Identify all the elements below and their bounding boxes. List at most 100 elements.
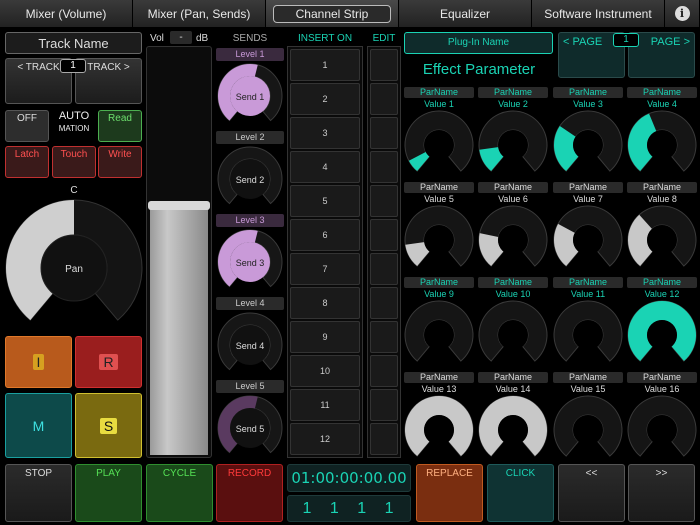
insert-slot[interactable]: 9: [290, 321, 360, 353]
automation-write-button[interactable]: Write: [98, 146, 142, 178]
automation-touch-button[interactable]: Touch: [52, 146, 96, 178]
param-knob[interactable]: [553, 205, 623, 275]
volume-fader-thumb[interactable]: [148, 201, 210, 210]
insert-slot[interactable]: 4: [290, 151, 360, 183]
automation-latch-button[interactable]: Latch: [5, 146, 49, 178]
volume-fader[interactable]: [146, 46, 212, 458]
insert-slot[interactable]: 6: [290, 219, 360, 251]
insert-slot[interactable]: 8: [290, 287, 360, 319]
insert-slot[interactable]: 11: [290, 389, 360, 421]
insert-edit-button[interactable]: [370, 83, 398, 115]
volume-unit: dB: [196, 33, 209, 44]
param-knob-center: [498, 225, 528, 255]
send-knob[interactable]: Send 5: [216, 394, 284, 462]
play-button[interactable]: PLAY: [75, 464, 142, 522]
replace-button[interactable]: REPLACE: [416, 464, 483, 522]
rewind-button[interactable]: <<: [558, 464, 625, 522]
tab-software-instrument[interactable]: Software Instrument: [532, 0, 665, 27]
plugin-name-button[interactable]: Plug-In Name: [404, 32, 553, 54]
send-knob[interactable]: Send 3: [216, 228, 284, 296]
param-name: ParName: [553, 182, 623, 193]
param-knob[interactable]: [553, 300, 623, 370]
param-knob[interactable]: [627, 110, 697, 180]
param-value: Value 15: [570, 384, 606, 394]
tab-mixer-pan-sends[interactable]: Mixer (Pan, Sends): [133, 0, 266, 27]
param-knob-center: [424, 130, 454, 160]
time-display: 01:00:00:00.00: [287, 464, 411, 492]
param-knob[interactable]: [404, 300, 474, 370]
insert-edit-button[interactable]: [370, 355, 398, 387]
bars-display: 1 1 1 1: [287, 495, 411, 522]
param-knob[interactable]: [627, 300, 697, 370]
stop-button[interactable]: STOP: [5, 464, 72, 522]
param-value: Value 5: [424, 194, 454, 204]
param-knob[interactable]: [478, 205, 548, 275]
send-label: Send 3: [236, 258, 265, 268]
send-knob[interactable]: Send 2: [216, 145, 284, 213]
param-knob[interactable]: [404, 110, 474, 180]
param-knob-center: [647, 225, 677, 255]
param-knob[interactable]: [404, 205, 474, 275]
insert-slot[interactable]: 3: [290, 117, 360, 149]
automation-off-button[interactable]: OFF: [5, 110, 49, 142]
insert-edit-button[interactable]: [370, 389, 398, 421]
insert-edit-button[interactable]: [370, 185, 398, 217]
insert-edit-button[interactable]: [370, 253, 398, 285]
param-name: ParName: [404, 372, 474, 383]
send-knob[interactable]: Send 1: [216, 62, 284, 130]
insert-edit-button[interactable]: [370, 49, 398, 81]
tab-channel-strip[interactable]: Channel Strip: [266, 0, 399, 27]
insert-slot[interactable]: 5: [290, 185, 360, 217]
param-name: ParName: [478, 277, 548, 288]
track-name-label: Track Name: [38, 35, 109, 51]
insert-slot[interactable]: 10: [290, 355, 360, 387]
input-monitor-button[interactable]: I: [5, 336, 72, 388]
tab-equalizer[interactable]: Equalizer: [399, 0, 532, 27]
param-knob[interactable]: [553, 110, 623, 180]
send-level-label: Level 5: [216, 380, 284, 393]
insert-slot[interactable]: 1: [290, 49, 360, 81]
insert-slot[interactable]: 2: [290, 83, 360, 115]
page-number: 1: [613, 33, 639, 47]
insert-edit-button[interactable]: [370, 287, 398, 319]
edit-slots: [367, 46, 401, 458]
automation-read-button[interactable]: Read: [98, 110, 142, 142]
cycle-button[interactable]: CYCLE: [146, 464, 213, 522]
input-monitor-label: I: [32, 354, 45, 370]
mute-button[interactable]: M: [5, 393, 72, 458]
inserts-title: INSERT ON: [297, 33, 353, 44]
param-knob[interactable]: [478, 395, 548, 465]
insert-edit-button[interactable]: [370, 151, 398, 183]
forward-button[interactable]: >>: [628, 464, 695, 522]
tab-label: Mixer (Volume): [25, 6, 107, 21]
param-knob[interactable]: [478, 110, 548, 180]
send-knob[interactable]: Send 4: [216, 311, 284, 379]
param-knob[interactable]: [404, 395, 474, 465]
param-value: Value 12: [644, 289, 680, 299]
solo-button[interactable]: S: [75, 393, 142, 458]
param-name: ParName: [478, 372, 548, 383]
pan-knob[interactable]: Pan: [4, 198, 144, 338]
param-knob[interactable]: [553, 395, 623, 465]
tab-mixer-volume[interactable]: Mixer (Volume): [0, 0, 133, 27]
param-value: Value 13: [421, 384, 457, 394]
automation-read-label: Read: [108, 113, 132, 124]
info-button[interactable]: i: [665, 0, 700, 27]
param-knob[interactable]: [627, 205, 697, 275]
insert-edit-button[interactable]: [370, 423, 398, 455]
param-knob-center: [573, 130, 603, 160]
click-label: CLICK: [505, 468, 536, 479]
insert-edit-button[interactable]: [370, 219, 398, 251]
insert-edit-button[interactable]: [370, 117, 398, 149]
param-knob[interactable]: [478, 300, 548, 370]
insert-edit-button[interactable]: [370, 321, 398, 353]
insert-slot[interactable]: 7: [290, 253, 360, 285]
param-knob[interactable]: [627, 395, 697, 465]
click-button[interactable]: CLICK: [487, 464, 554, 522]
param-value: Value 14: [495, 384, 531, 394]
track-name[interactable]: Track Name: [5, 32, 142, 54]
insert-slot[interactable]: 12: [290, 423, 360, 455]
record-button[interactable]: RECORD: [216, 464, 283, 522]
record-enable-button[interactable]: R: [75, 336, 142, 388]
param-knob-center: [424, 320, 454, 350]
